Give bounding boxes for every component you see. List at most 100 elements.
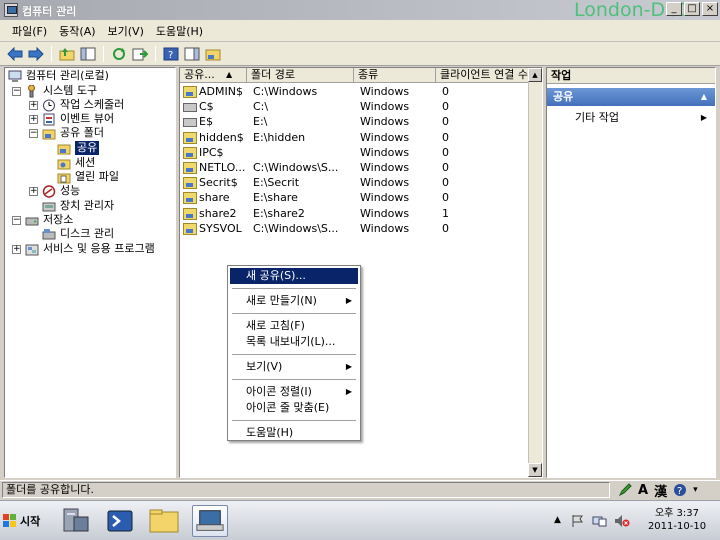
shares-icon (57, 144, 71, 154)
volume-muted-icon[interactable] (614, 514, 630, 528)
menu-separator (232, 313, 356, 314)
submenu-arrow-icon: ▶ (700, 113, 707, 122)
table-row[interactable]: Secrit$ E:\Secrit Windows 0 (180, 175, 542, 190)
share-name: NETLO... (199, 161, 246, 174)
taskbar-computer-management-icon[interactable] (192, 505, 228, 537)
table-row[interactable]: E$ E:\ Windows 0 (180, 114, 542, 129)
network-icon[interactable] (592, 514, 608, 528)
context-menu-item[interactable]: 아이콘 정렬(I) ▶ (230, 384, 358, 400)
tree-item-computer-management[interactable]: 컴퓨터 관리(로컬) (8, 69, 109, 83)
computer-icon (8, 70, 22, 82)
column-header-folder-path[interactable]: 폴더 경로 (247, 68, 354, 83)
type-cell: Windows (360, 145, 410, 159)
ime-pencil-icon[interactable] (618, 483, 632, 497)
expand-toggle[interactable]: + (12, 244, 21, 254)
context-menu-item[interactable]: 새 공유(S)... (230, 268, 358, 284)
tree-item-task-scheduler[interactable]: + 작업 스케줄러 (29, 98, 124, 112)
clock[interactable]: 오후 3:37 2011-10-10 (640, 507, 714, 533)
up-folder-icon[interactable] (58, 45, 76, 63)
expand-toggle[interactable]: + (29, 100, 38, 110)
type-cell: Windows (360, 100, 410, 114)
taskbar-powershell-icon[interactable] (102, 505, 138, 537)
scroll-up-arrow[interactable]: ▲ (528, 68, 542, 82)
performance-icon (42, 184, 56, 198)
maximize-button[interactable]: □ (684, 2, 700, 16)
context-menu-item[interactable]: 새로 만들기(N) ▶ (230, 293, 358, 309)
svg-text:?: ? (677, 486, 682, 497)
shared-folder-icon[interactable] (204, 45, 222, 63)
title-bar[interactable]: 컴퓨터 관리 London-DC1 _ □ × (0, 0, 720, 21)
forward-arrow-icon[interactable] (27, 45, 45, 63)
menu-help[interactable]: 도움말(H) (150, 23, 209, 39)
folder-path-cell: E:\ (253, 115, 268, 129)
table-row[interactable]: hidden$ E:\hidden Windows 0 (180, 130, 542, 145)
show-hide-tree-icon[interactable] (79, 45, 97, 63)
menu-view[interactable]: 보기(V) (102, 23, 150, 39)
help-icon[interactable]: ? (162, 45, 180, 63)
menu-file[interactable]: 파일(F) (6, 23, 53, 39)
tree-item-label: 세션 (75, 156, 96, 169)
actions-item-more-actions[interactable]: 기타 작업 ▶ (547, 110, 715, 126)
tree-item-disk-management[interactable]: 디스크 관리 (42, 227, 114, 241)
tree-item-device-manager[interactable]: 장치 관리자 (42, 199, 114, 213)
start-button[interactable]: 시작 (2, 509, 46, 533)
ime-options-arrow-icon[interactable]: ▾ (693, 485, 698, 495)
ime-hanja-indicator[interactable]: 漢 (654, 481, 667, 500)
table-row[interactable]: share E:\share Windows 0 (180, 190, 542, 205)
table-row[interactable]: IPC$ Windows 0 (180, 145, 542, 160)
scroll-down-arrow[interactable]: ▼ (528, 463, 542, 477)
column-header-client-connections[interactable]: 클라이언트 연결 수 (436, 68, 542, 83)
taskbar-explorer-icon[interactable] (146, 505, 182, 537)
close-button[interactable]: × (702, 2, 718, 16)
list-scrollbar[interactable]: ▲ ▼ (528, 68, 542, 477)
column-header-share-name[interactable]: 공유... ▲ (180, 68, 247, 83)
tree-item-shares[interactable]: 공유 (57, 141, 100, 155)
table-row[interactable]: C$ C:\ Windows 0 (180, 99, 542, 114)
tree-item-label: 이벤트 뷰어 (60, 112, 115, 125)
taskbar-server-manager-icon[interactable] (58, 505, 94, 537)
expand-toggle[interactable]: + (29, 114, 38, 124)
tree-item-performance[interactable]: + 성능 (29, 184, 80, 198)
tree-item-event-viewer[interactable]: + 이벤트 뷰어 (29, 112, 114, 126)
tree-item-sessions[interactable]: 세션 (57, 156, 95, 170)
table-row[interactable]: share2 E:\share2 Windows 1 (180, 206, 542, 221)
collapse-toggle[interactable]: − (12, 86, 21, 96)
context-menu-item[interactable]: 아이콘 줄 맞춤(E) (230, 400, 358, 416)
actions-section-shares[interactable]: 공유 ▲ (547, 88, 715, 106)
context-menu-item[interactable]: 새로 고침(F) (230, 318, 358, 334)
column-label: 클라이언트 연결 수 (440, 68, 528, 81)
context-menu-item[interactable]: 보기(V) ▶ (230, 359, 358, 375)
tree-item-open-files[interactable]: 열린 파일 (57, 170, 119, 184)
type-cell: Windows (360, 221, 410, 235)
table-row[interactable]: ADMIN$ C:\Windows Windows 0 (180, 84, 542, 99)
ime-mode-indicator[interactable]: A (638, 483, 648, 498)
collapse-toggle[interactable]: − (29, 128, 38, 138)
collapse-up-icon[interactable]: ▲ (701, 88, 707, 106)
table-row[interactable]: NETLO... C:\Windows\S... Windows 0 (180, 160, 542, 175)
expand-toggle[interactable]: + (29, 186, 38, 196)
client-connections-cell: 0 (442, 161, 449, 174)
menu-action[interactable]: 동작(A) (53, 23, 101, 39)
context-menu-item-label: 새로 고침(F) (246, 319, 305, 332)
collapse-toggle[interactable]: − (12, 215, 21, 225)
console-tree: 컴퓨터 관리(로컬) − 시스템 도구 + 작업 스케줄러 + 이벤트 뷰어 −… (4, 67, 176, 478)
back-arrow-icon[interactable] (6, 45, 24, 63)
show-hide-action-pane-icon[interactable] (183, 45, 201, 63)
refresh-icon[interactable] (110, 45, 128, 63)
action-center-flag-icon[interactable] (570, 514, 584, 528)
tree-item-services-and-applications[interactable]: + 서비스 및 응용 프로그램 (12, 242, 155, 256)
context-menu-item[interactable]: 목록 내보내기(L)... (230, 334, 358, 350)
context-menu-item[interactable]: 도움말(H) (230, 425, 358, 441)
export-list-icon[interactable] (131, 45, 149, 63)
clock-time: 오후 3:37 (654, 508, 700, 519)
folder-path-cell: C:\Windows (253, 85, 318, 98)
minimize-button[interactable]: _ (666, 2, 682, 16)
tree-item-system-tools[interactable]: − 시스템 도구 (12, 84, 97, 98)
column-header-type[interactable]: 종류 (354, 68, 436, 83)
tree-item-storage[interactable]: − 저장소 (12, 213, 73, 227)
ime-help-icon[interactable]: ? (673, 483, 687, 497)
show-hidden-icons-icon[interactable]: ▲ (554, 515, 561, 525)
tree-item-shared-folders[interactable]: − 공유 폴더 (29, 126, 104, 140)
shared-folder-icon (183, 192, 197, 205)
table-row[interactable]: SYSVOL C:\Windows\S... Windows 0 (180, 221, 542, 236)
